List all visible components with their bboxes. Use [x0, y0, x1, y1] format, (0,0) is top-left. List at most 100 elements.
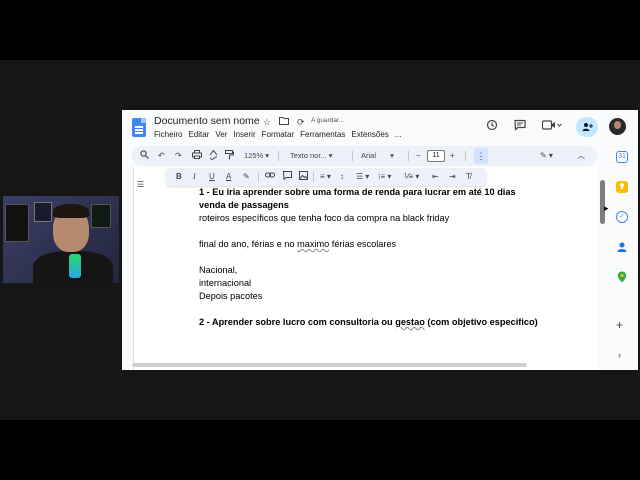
style-value: Texto nor...: [290, 151, 327, 160]
history-icon[interactable]: [486, 119, 498, 135]
document-outline-icon[interactable]: ☰: [137, 180, 144, 189]
document-page[interactable]: 1 - Eu iria aprender sobre uma forma de …: [133, 167, 598, 370]
keep-icon[interactable]: [616, 181, 628, 193]
menu-file[interactable]: Ficheiro: [154, 130, 182, 139]
doc-line[interactable]: venda de passagens: [199, 199, 289, 211]
font-size-input[interactable]: 11: [427, 150, 445, 162]
toolbar-divider: [408, 151, 409, 161]
menu-view[interactable]: Ver: [215, 130, 227, 139]
underline-icon[interactable]: U: [209, 171, 215, 183]
person-hair: [53, 204, 89, 218]
side-panel: 31 ✓ + ›: [608, 146, 638, 370]
tasks-icon[interactable]: ✓: [616, 211, 628, 223]
doc-line[interactable]: final do ano, férias e no maximo férias …: [199, 238, 396, 250]
contacts-icon[interactable]: [616, 241, 628, 253]
chevron-down-icon: ▾: [390, 151, 394, 160]
toolbar-divider: [278, 151, 279, 161]
line-spacing-icon[interactable]: ↕: [340, 171, 344, 183]
increase-indent-icon[interactable]: ⇥: [449, 171, 456, 183]
italic-icon[interactable]: I: [193, 171, 196, 183]
doc-line[interactable]: Nacional,: [199, 264, 237, 276]
zoom-value: 125%: [244, 151, 264, 160]
avatar[interactable]: [609, 118, 626, 135]
folder-icon[interactable]: [279, 116, 289, 128]
menu-edit[interactable]: Editar: [188, 130, 209, 139]
wall-frame: [5, 204, 29, 242]
toolbar-divider: [465, 151, 466, 161]
top-letterbox: [0, 0, 640, 60]
docs-window: Documento sem nome ☆ ⟳ A guardar... Fich…: [122, 110, 638, 370]
document-title[interactable]: Documento sem nome: [154, 115, 260, 127]
chevron-right-icon[interactable]: ›: [618, 350, 621, 360]
menu-format[interactable]: Formatar: [262, 130, 294, 139]
calendar-icon[interactable]: 31: [616, 151, 628, 163]
checklist-icon[interactable]: ☰ ▾: [356, 171, 369, 183]
doc-text: (com objetivo especifico): [424, 317, 538, 327]
microphone: [69, 254, 81, 278]
paint-format-icon[interactable]: [225, 150, 234, 164]
star-icon[interactable]: ☆: [263, 116, 271, 128]
bulleted-list-icon[interactable]: ⁝≡ ▾: [378, 171, 391, 183]
spellcheck-icon[interactable]: [209, 149, 218, 164]
chevron-down-icon: ▾: [265, 151, 270, 160]
docs-logo-icon[interactable]: [132, 118, 146, 137]
toolbar-divider: [352, 151, 353, 161]
video-icon[interactable]: [541, 119, 562, 135]
doc-line[interactable]: 1 - Eu iria aprender sobre uma forma de …: [199, 186, 516, 198]
maps-icon[interactable]: [616, 271, 628, 283]
image-icon[interactable]: [299, 171, 308, 184]
doc-text: final do ano, férias e no: [199, 239, 298, 249]
doc-line[interactable]: internacional: [199, 277, 251, 289]
align-left-icon[interactable]: ≡ ▾: [320, 171, 331, 183]
wall-frame: [34, 202, 52, 222]
chevron-up-icon[interactable]: ︿: [577, 150, 585, 162]
menu-extensions[interactable]: Extensões: [351, 130, 388, 139]
title-bar: Documento sem nome ☆ ⟳ A guardar... Fich…: [122, 110, 638, 145]
increase-font-size-button[interactable]: +: [450, 150, 455, 162]
share-button[interactable]: [576, 117, 598, 137]
decrease-indent-icon[interactable]: ⇤: [432, 171, 439, 183]
font-value: Arial: [361, 151, 377, 160]
redo-icon[interactable]: ↷: [175, 150, 182, 162]
main-toolbar: ↶ ↷ 125% ▾ Texto nor... ▾ Arial ▾ − 11 +…: [132, 146, 597, 166]
highlight-icon[interactable]: ✎: [243, 171, 250, 183]
doc-text: 2 - Aprender sobre lucro com consultoria…: [199, 317, 396, 327]
add-addon-icon[interactable]: +: [616, 318, 623, 332]
toolbar-divider: [258, 172, 259, 182]
toolbar-divider: [313, 172, 314, 182]
text-color-icon[interactable]: A: [226, 171, 231, 183]
undo-icon[interactable]: ↶: [158, 150, 165, 162]
font-select[interactable]: Arial ▾: [361, 150, 394, 162]
doc-text: férias escolares: [329, 239, 397, 249]
mouse-cursor-icon: ▸: [604, 203, 609, 213]
style-select[interactable]: Texto nor... ▾: [290, 150, 333, 162]
vertical-scrollbar[interactable]: [600, 180, 605, 224]
bold-icon[interactable]: B: [176, 171, 182, 183]
add-comment-icon[interactable]: [282, 171, 292, 184]
doc-line[interactable]: 2 - Aprender sobre lucro com consultoria…: [199, 316, 538, 328]
decrease-font-size-button[interactable]: −: [416, 150, 421, 162]
horizontal-scrollbar[interactable]: [132, 363, 527, 367]
misspelled-word[interactable]: maximo: [297, 239, 329, 249]
clear-formatting-icon[interactable]: T̸: [466, 171, 471, 183]
misspelled-word[interactable]: gestao: [395, 317, 425, 327]
comment-icon[interactable]: [514, 119, 526, 135]
link-icon[interactable]: [265, 171, 275, 183]
chevron-down-icon: ▾: [328, 151, 333, 160]
menu-more[interactable]: ...: [395, 130, 402, 139]
wall-frame: [91, 204, 111, 228]
more-options-button[interactable]: ⋮: [474, 148, 488, 164]
edit-mode-icon[interactable]: ✎ ▾: [540, 150, 553, 162]
doc-line[interactable]: Depois pacotes: [199, 290, 262, 302]
print-icon[interactable]: [192, 150, 202, 163]
save-status: A guardar...: [311, 117, 345, 124]
menu-tools[interactable]: Ferramentas: [300, 130, 345, 139]
sync-icon: ⟳: [297, 117, 305, 127]
menu-bar: Ficheiro Editar Ver Inserir Formatar Fer…: [154, 130, 407, 139]
formatting-bar: B I U A ✎ ≡ ▾ ↕ ☰ ▾ ⁝≡ ▾ ⅟≡ ▾ ⇤ ⇥ T̸: [166, 168, 486, 186]
numbered-list-icon[interactable]: ⅟≡ ▾: [404, 171, 419, 183]
search-icon[interactable]: [140, 150, 149, 163]
zoom-select[interactable]: 125% ▾: [244, 150, 269, 162]
doc-line[interactable]: roteiros específicos que tenha foco da c…: [199, 212, 449, 224]
menu-insert[interactable]: Inserir: [233, 130, 255, 139]
